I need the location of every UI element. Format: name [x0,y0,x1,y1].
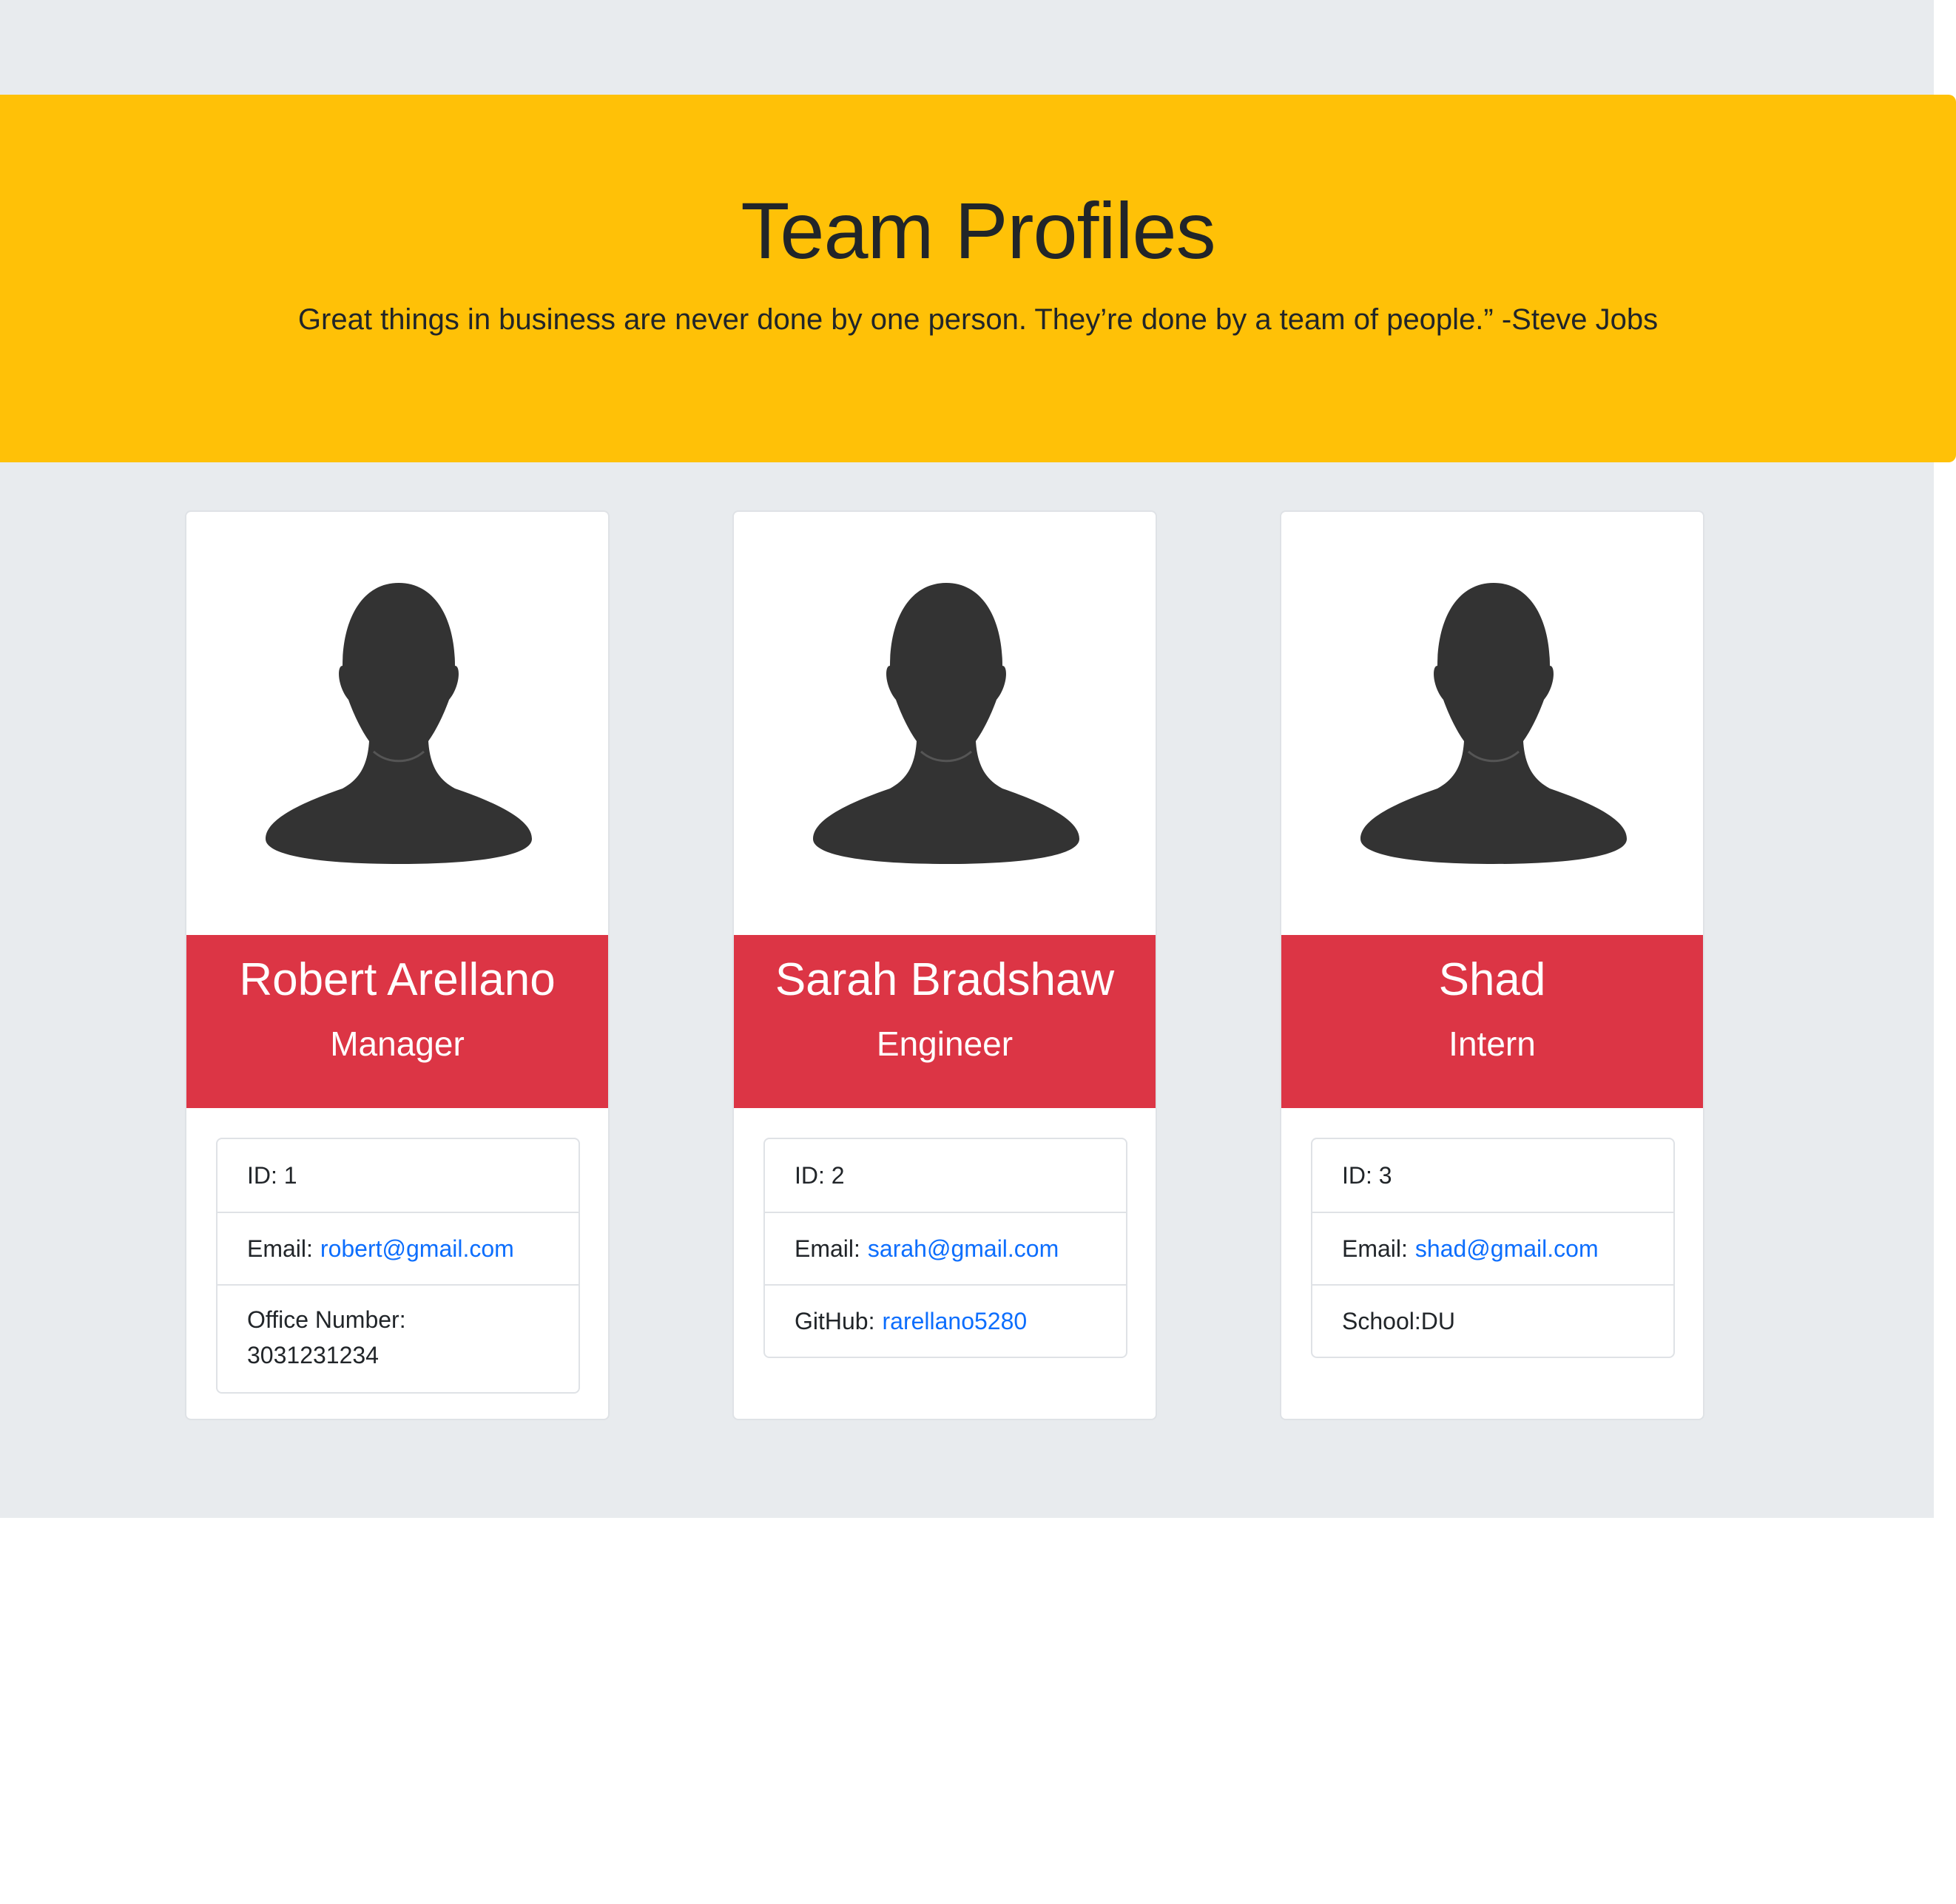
info-list: ID: 2 Email: sarah@gmail.com GitHub: rar… [763,1138,1127,1358]
school-item: School: DU [1312,1284,1673,1357]
office-number-value: 3031231234 [247,1342,379,1368]
email-link[interactable]: robert@gmail.com [320,1231,514,1266]
github-item: GitHub: rarellano5280 [765,1284,1126,1357]
email-item: Email: shad@gmail.com [1312,1212,1673,1284]
id-text: ID: 2 [795,1162,845,1189]
info-list: ID: 1 Email: robert@gmail.com Office Num… [216,1138,580,1394]
email-label: Email: [795,1235,860,1262]
email-item: Email: robert@gmail.com [217,1212,579,1284]
page-title: Team Profiles [741,186,1215,275]
person-silhouette-icon [813,583,1079,864]
email-link[interactable]: sarah@gmail.com [868,1231,1059,1266]
school-label: School: [1342,1308,1421,1334]
id-item: ID: 1 [217,1139,579,1212]
card-header: Shad Intern [1281,935,1703,1108]
info-list: ID: 3 Email: shad@gmail.com School: DU [1311,1138,1675,1358]
email-item: Email: sarah@gmail.com [765,1212,1126,1284]
email-link[interactable]: shad@gmail.com [1415,1231,1599,1266]
header-quote: Great things in business are never done … [297,303,1659,336]
employee-card-manager: Robert Arellano Manager ID: 1 Email: rob… [185,510,610,1420]
employee-role: Engineer [876,1024,1014,1063]
card-image [186,512,608,935]
employee-role: Manager [330,1024,465,1063]
card-header: Robert Arellano Manager [186,935,608,1108]
card-image [1281,512,1703,935]
office-number-label: Office Number: [247,1306,406,1333]
email-label: Email: [247,1235,313,1262]
id-text: ID: 3 [1342,1162,1392,1189]
employee-name: Shad [1438,954,1546,1005]
office-number-item: Office Number: 3031231234 [217,1284,579,1392]
employee-name: Sarah Bradshaw [775,954,1115,1005]
card-header: Sarah Bradshaw Engineer [734,935,1156,1108]
employee-card-intern: Shad Intern ID: 3 Email: shad@gmail.com … [1280,510,1704,1420]
employee-role: Intern [1449,1024,1536,1063]
id-text: ID: 1 [247,1162,297,1189]
employee-card-engineer: Sarah Bradshaw Engineer ID: 2 Email: sar… [732,510,1157,1420]
id-item: ID: 2 [765,1139,1126,1212]
school-value: DU [1420,1308,1455,1334]
header-jumbotron: Team Profiles Great things in business a… [0,95,1956,462]
github-link[interactable]: rarellano5280 [882,1303,1027,1339]
person-silhouette-icon [1360,583,1627,864]
person-silhouette-icon [266,583,532,864]
github-label: GitHub: [795,1308,875,1334]
email-label: Email: [1342,1235,1408,1262]
card-image [734,512,1156,935]
employee-name: Robert Arellano [239,954,556,1005]
id-item: ID: 3 [1312,1139,1673,1212]
